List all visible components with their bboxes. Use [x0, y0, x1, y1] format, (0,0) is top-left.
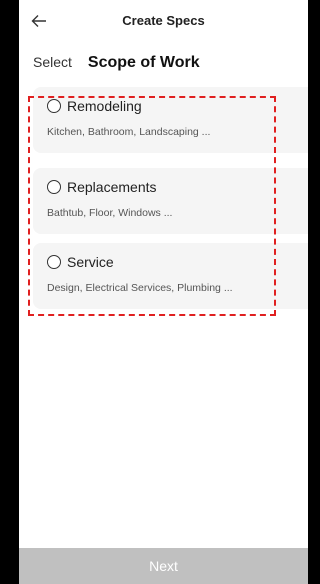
section-heading: Select Scope of Work — [33, 54, 200, 72]
option-card-replacements[interactable]: Replacements Bathtub, Floor, Windows ... — [33, 168, 308, 234]
option-subtitle: Design, Electrical Services, Plumbing ..… — [47, 282, 233, 294]
option-card-remodeling[interactable]: Remodeling Kitchen, Bathroom, Landscapin… — [33, 87, 308, 153]
next-button[interactable]: Next — [19, 548, 308, 584]
option-subtitle: Bathtub, Floor, Windows ... — [47, 207, 173, 219]
create-specs-screen: Create Specs Select Scope of Work Remode… — [19, 0, 308, 584]
select-label: Select — [33, 54, 72, 70]
option-title: Replacements — [67, 179, 157, 195]
option-card-service[interactable]: Service Design, Electrical Services, Plu… — [33, 243, 308, 309]
page-title: Create Specs — [122, 13, 205, 28]
radio-button[interactable] — [47, 180, 61, 194]
option-title: Remodeling — [67, 98, 142, 114]
radio-button[interactable] — [47, 255, 61, 269]
radio-button[interactable] — [47, 99, 61, 113]
section-title: Scope of Work — [87, 54, 200, 71]
header: Create Specs — [19, 0, 308, 44]
option-title: Service — [67, 254, 114, 270]
option-subtitle: Kitchen, Bathroom, Landscaping ... — [47, 126, 211, 138]
